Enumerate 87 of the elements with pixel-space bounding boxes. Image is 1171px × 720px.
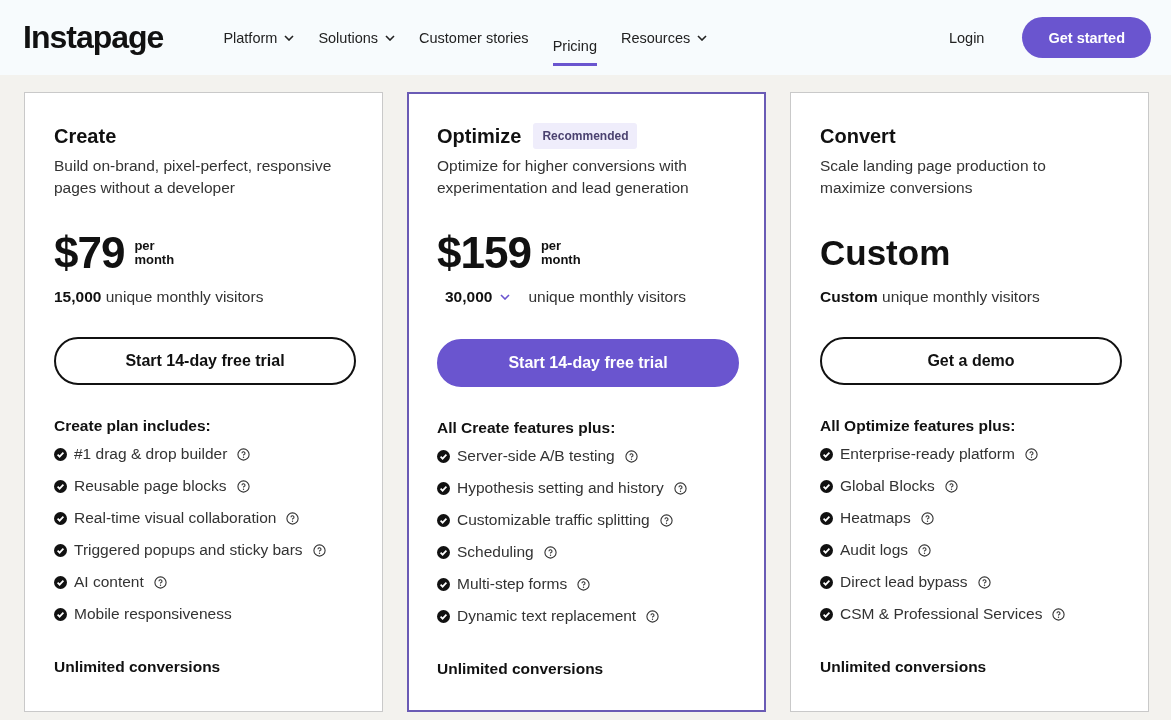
feature-label: Mobile responsiveness bbox=[74, 605, 232, 623]
plan-description: Optimize for higher conversions with experimentation and lead generation bbox=[437, 156, 690, 198]
help-icon[interactable] bbox=[312, 543, 326, 557]
chevron-down-icon bbox=[500, 294, 511, 300]
help-icon[interactable] bbox=[286, 511, 300, 525]
nav-link[interactable]: Solutions bbox=[306, 0, 408, 75]
check-icon bbox=[437, 481, 450, 495]
features-heading: All Create features plus: bbox=[437, 419, 617, 437]
feature-label: Customizable traffic splitting bbox=[457, 511, 650, 529]
check-icon bbox=[54, 607, 67, 621]
help-icon[interactable] bbox=[624, 449, 638, 463]
feature-label: Triggered popups and sticky bars bbox=[74, 541, 303, 559]
plan-name: Convert bbox=[820, 124, 896, 148]
feature-label: Server-side A/B testing bbox=[457, 447, 615, 465]
check-icon bbox=[437, 513, 450, 527]
help-icon[interactable] bbox=[577, 577, 591, 591]
check-icon bbox=[54, 511, 67, 525]
visitors-label: unique monthly visitors bbox=[528, 288, 687, 306]
feature-label: Hypothesis setting and history bbox=[457, 479, 664, 497]
recommended-badge: Recommended bbox=[533, 123, 638, 149]
check-icon bbox=[820, 479, 833, 493]
check-icon bbox=[820, 607, 833, 621]
check-icon bbox=[820, 511, 833, 525]
check-icon bbox=[437, 609, 450, 623]
check-icon bbox=[54, 575, 67, 589]
price-period: per month bbox=[134, 239, 175, 267]
check-icon bbox=[820, 575, 833, 589]
plan-description: Scale landing page production to maximize conversions bbox=[820, 156, 1047, 198]
plan-description: Build on-brand, pixel-perfect, responsive pages without a developer bbox=[54, 156, 333, 198]
help-icon[interactable] bbox=[236, 479, 250, 493]
feature-label: Reusable page blocks bbox=[74, 477, 227, 495]
custom-price: Custom bbox=[820, 233, 951, 273]
check-icon bbox=[437, 449, 450, 463]
features-heading: All Optimize features plus: bbox=[820, 417, 1017, 435]
help-icon[interactable] bbox=[1052, 607, 1066, 621]
nav-link[interactable]: Pricing bbox=[540, 0, 609, 75]
feature-label: Direct lead bypass bbox=[840, 573, 968, 591]
nav-link[interactable]: Resources bbox=[608, 0, 720, 75]
help-icon[interactable] bbox=[659, 513, 673, 527]
conversions-note: Unlimited conversions bbox=[820, 658, 988, 676]
feature-label: Real-time visual collaboration bbox=[74, 509, 277, 527]
conversions-note: Unlimited conversions bbox=[437, 660, 605, 678]
visitors-text: Custom unique monthly visitors bbox=[820, 288, 1040, 306]
login-link[interactable]: Login bbox=[936, 0, 997, 75]
plan-button[interactable]: Get a demo bbox=[820, 337, 1122, 385]
nav-link[interactable]: Customer stories bbox=[407, 0, 541, 75]
check-icon bbox=[437, 577, 450, 591]
feature-label: AI content bbox=[74, 573, 144, 591]
nav-link[interactable]: Platform bbox=[211, 0, 307, 75]
feature-label: Scheduling bbox=[457, 543, 534, 561]
feature-label: Heatmaps bbox=[840, 509, 911, 527]
check-icon bbox=[820, 543, 833, 557]
feature-label: Multi-step forms bbox=[457, 575, 568, 593]
price-amount: $79 bbox=[54, 228, 125, 278]
check-icon bbox=[54, 543, 67, 557]
help-icon[interactable] bbox=[944, 479, 958, 493]
conversions-note: Unlimited conversions bbox=[54, 658, 222, 676]
plan-button[interactable]: Start 14-day free trial bbox=[54, 337, 356, 385]
check-icon bbox=[437, 545, 450, 559]
visitors-text: 15,000 unique monthly visitors bbox=[54, 288, 264, 306]
help-icon[interactable] bbox=[153, 575, 167, 589]
feature-label: Enterprise-ready platform bbox=[840, 445, 1015, 463]
feature-label: Dynamic text replacement bbox=[457, 607, 637, 625]
help-icon[interactable] bbox=[977, 575, 991, 589]
plan-name: Optimize bbox=[437, 124, 522, 148]
get-started-button[interactable]: Get started bbox=[1022, 17, 1151, 58]
feature-label: #1 drag & drop builder bbox=[74, 445, 228, 463]
help-icon[interactable] bbox=[918, 543, 932, 557]
help-icon[interactable] bbox=[920, 511, 934, 525]
help-icon[interactable] bbox=[1024, 447, 1038, 461]
price-amount: $159 bbox=[437, 228, 531, 278]
visitors-dropdown[interactable]: 30,000 bbox=[437, 288, 511, 306]
price-period: per month bbox=[540, 239, 581, 267]
feature-label: Global Blocks bbox=[840, 477, 935, 495]
check-icon bbox=[820, 447, 833, 461]
trial-button[interactable]: Start 14-day free trial bbox=[437, 339, 739, 387]
feature-label: Audit logs bbox=[840, 541, 909, 559]
help-icon[interactable] bbox=[237, 447, 251, 461]
check-icon bbox=[54, 479, 67, 493]
help-icon[interactable] bbox=[673, 481, 687, 495]
plan-name: Create bbox=[54, 124, 117, 148]
check-icon bbox=[54, 447, 67, 461]
help-icon[interactable] bbox=[543, 545, 557, 559]
help-icon[interactable] bbox=[646, 609, 660, 623]
feature-label: CSM & Professional Services bbox=[840, 605, 1043, 623]
features-heading: Create plan includes: bbox=[54, 417, 212, 435]
logo: Instapage bbox=[23, 19, 164, 56]
